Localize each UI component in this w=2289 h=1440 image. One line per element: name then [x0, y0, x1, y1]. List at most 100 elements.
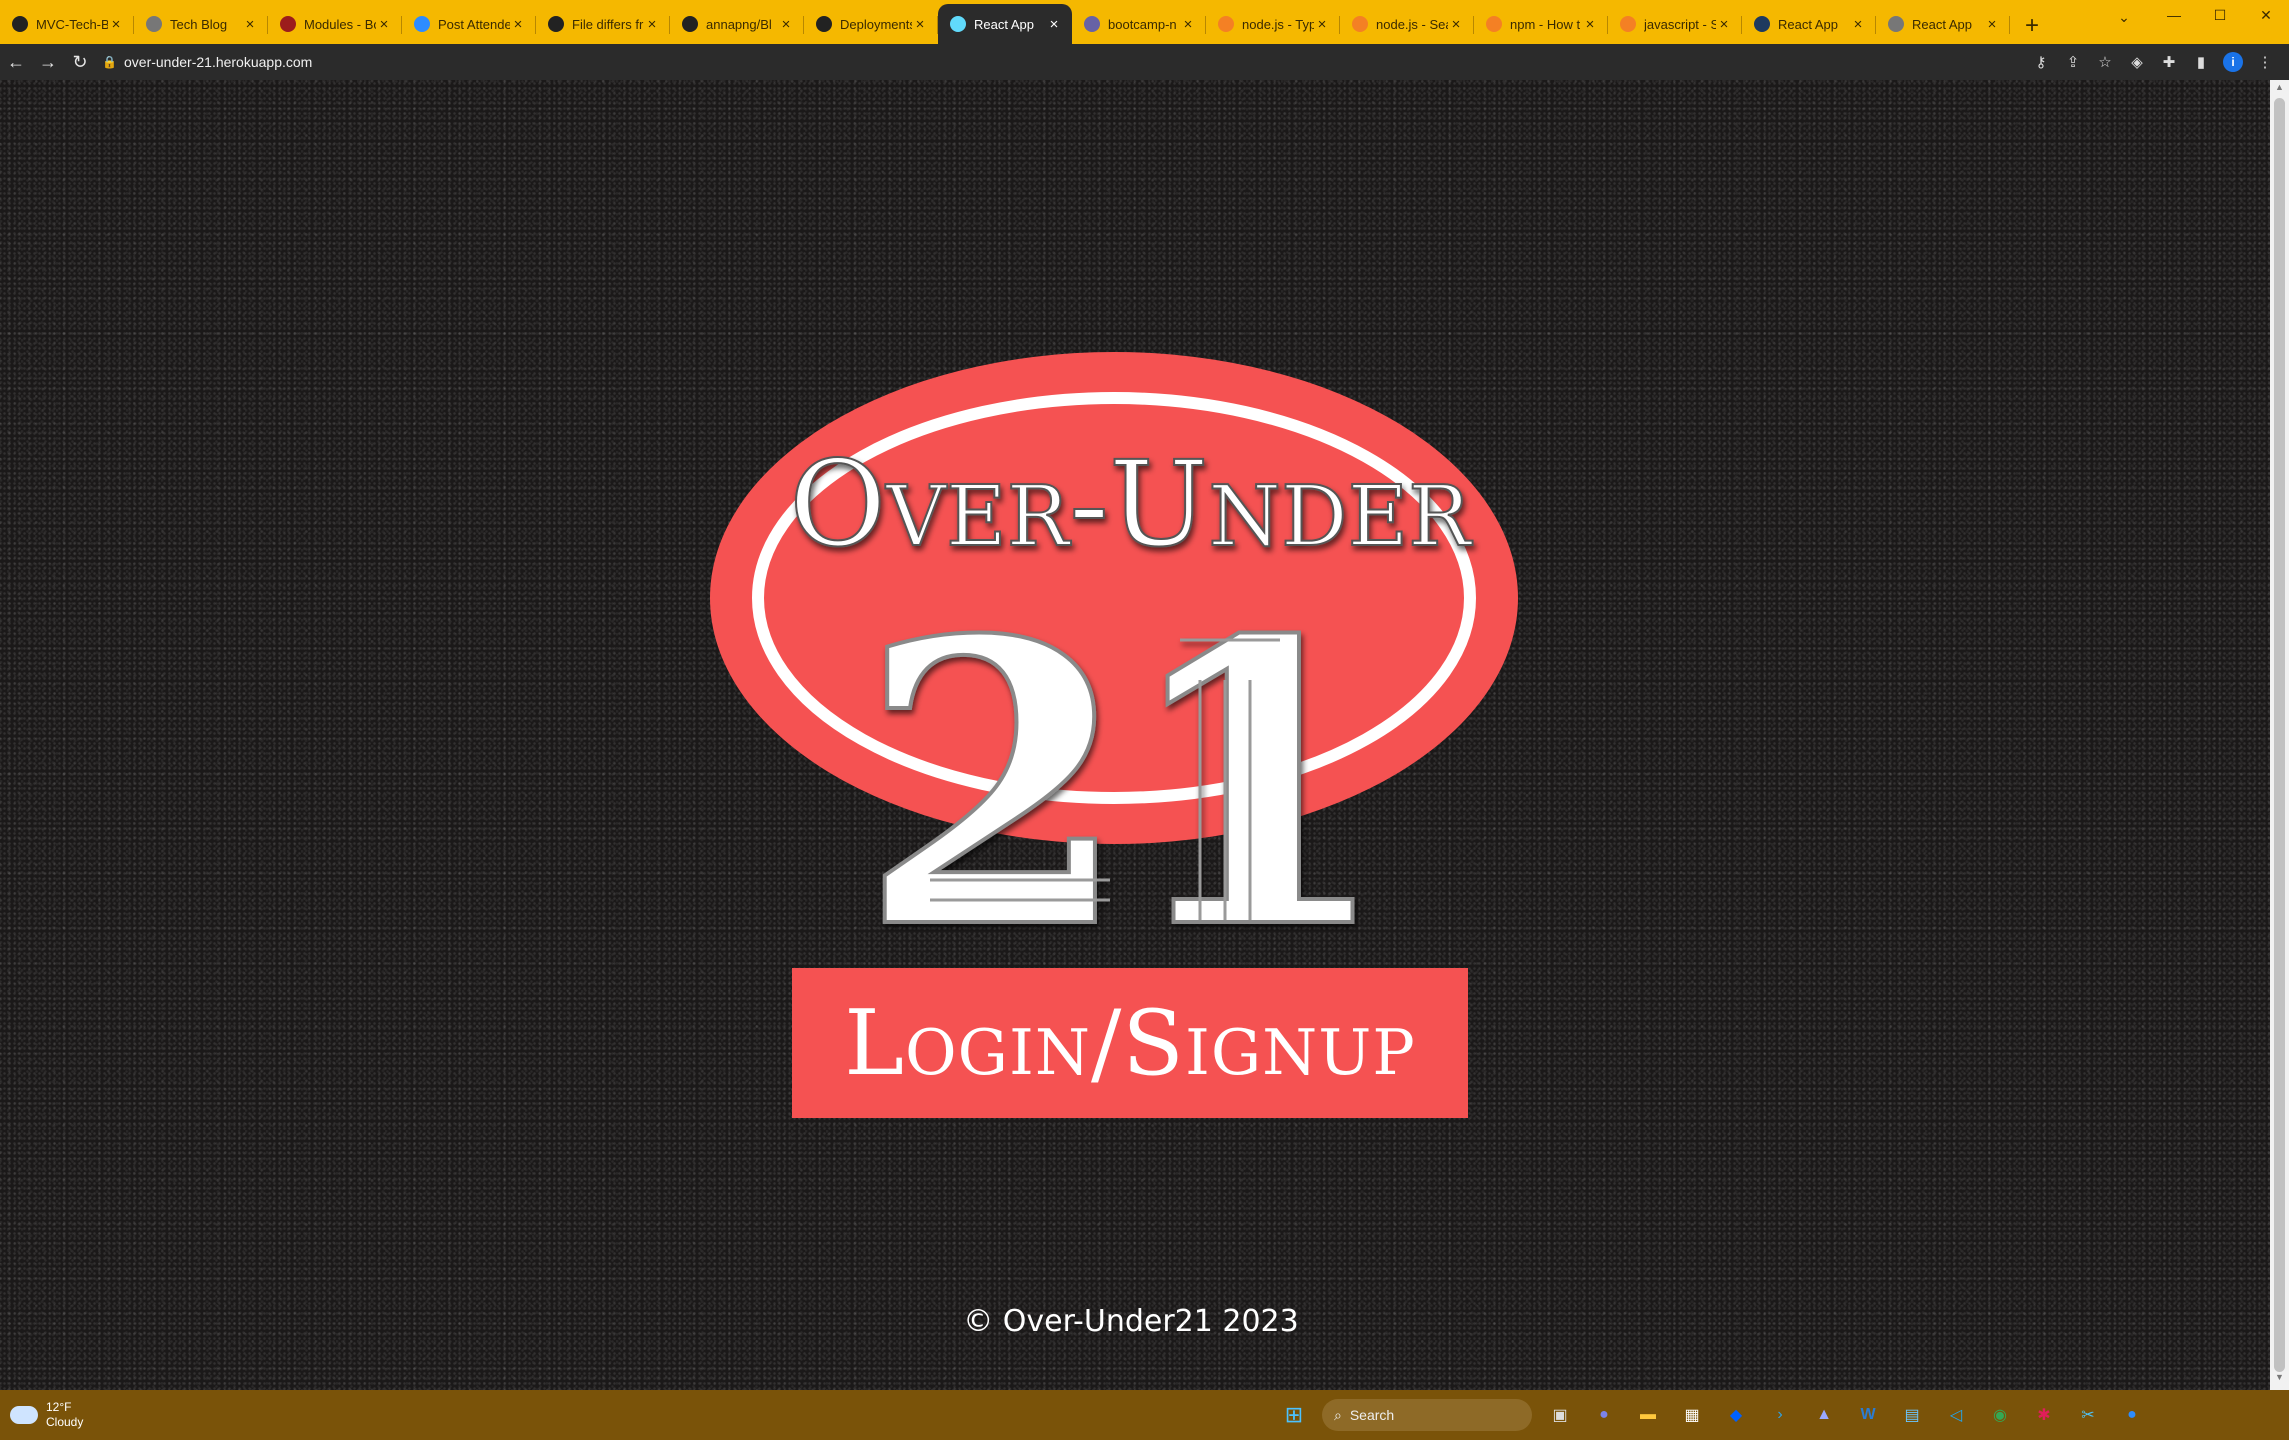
tab-strip: MVC-Tech-Bl × Tech Blog × Modules - Bo × Post …: [0, 0, 2289, 44]
tab-close-icon[interactable]: ×: [242, 16, 258, 33]
tab-close-icon[interactable]: ×: [1180, 16, 1196, 33]
tab-title: node.js - Sea: [1376, 16, 1448, 32]
tab-close-icon[interactable]: ×: [1850, 16, 1866, 33]
bookmark-star-icon[interactable]: ☆: [2089, 46, 2121, 78]
tab-title: annapng/Bl: [706, 16, 772, 32]
page-scrollbar[interactable]: ▲ ▼: [2270, 80, 2289, 1390]
browser-tab[interactable]: npm - How t ×: [1474, 4, 1608, 44]
tab-close-icon[interactable]: ×: [1448, 16, 1464, 33]
browser-tab[interactable]: annapng/Bl ×: [670, 4, 804, 44]
stackoverflow-icon: [1620, 16, 1636, 32]
tab-close-icon[interactable]: ×: [644, 16, 660, 33]
os-taskbar: 12°F Cloudy ⊞ ⌕ Search ▣ ● ▬ ▦ ◆ › ▲ W ▤…: [0, 1390, 2289, 1440]
file-explorer-icon[interactable]: ▬: [1630, 1397, 1666, 1433]
app-triangle-icon[interactable]: ▲: [1806, 1397, 1842, 1433]
browser-toolbar: ← → ↻ 🔒 over-under-21.herokuapp.com ⚷ ⇪ …: [0, 44, 2289, 80]
browser-tab[interactable]: javascript - S ×: [1608, 4, 1742, 44]
logo-title: Over-Under: [789, 435, 1473, 573]
reload-icon[interactable]: ↻: [64, 46, 96, 78]
tab-title: File differs fr: [572, 16, 644, 32]
new-tab-button[interactable]: +: [2014, 8, 2050, 44]
share-icon[interactable]: ⇪: [2057, 46, 2089, 78]
weather-widget[interactable]: 12°F Cloudy: [10, 1400, 83, 1430]
dropbox-icon[interactable]: ◆: [1718, 1397, 1754, 1433]
toolbar-actions: ⚷ ⇪ ☆ ◈ ✚ ▮ i ⋮: [2025, 46, 2281, 78]
tab-search-icon[interactable]: ⌄: [2109, 4, 2139, 30]
key-icon[interactable]: ⚷: [2025, 46, 2057, 78]
tab-close-icon[interactable]: ×: [912, 16, 928, 33]
tab-close-icon[interactable]: ×: [376, 16, 392, 33]
profile-avatar[interactable]: i: [2217, 46, 2249, 78]
logo-number: 21: [857, 554, 1394, 960]
github-icon: [548, 16, 564, 32]
browser-tab[interactable]: React App ×: [938, 4, 1072, 44]
globe-icon: [146, 16, 162, 32]
tab-close-icon[interactable]: ×: [108, 16, 124, 33]
browser-tab[interactable]: node.js - Sea ×: [1340, 4, 1474, 44]
forward-icon[interactable]: →: [32, 46, 64, 78]
snipping-tool-icon[interactable]: ✂: [2070, 1397, 2106, 1433]
windows-start-icon[interactable]: ⊞: [1276, 1397, 1312, 1433]
taskbar-apps: ⊞ ⌕ Search ▣ ● ▬ ▦ ◆ › ▲ W ▤ ◁ ◉ ✱ ✂ ●: [1272, 1390, 2154, 1440]
stackoverflow-icon: [1352, 16, 1368, 32]
chrome-icon[interactable]: ◉: [1982, 1397, 2018, 1433]
taskbar-search[interactable]: ⌕ Search: [1322, 1399, 1532, 1431]
extension-badge-icon[interactable]: ◈: [2121, 46, 2153, 78]
powershell-icon[interactable]: ›: [1762, 1397, 1798, 1433]
stackoverflow-icon: [1218, 16, 1234, 32]
github-icon: [12, 16, 28, 32]
tab-title: Deployments: [840, 16, 912, 32]
react-icon: [950, 16, 966, 32]
tab-title: Tech Blog: [170, 16, 228, 32]
tab-title: MVC-Tech-Bl: [36, 16, 108, 32]
back-icon[interactable]: ←: [0, 46, 32, 78]
zoom-icon: [414, 16, 430, 32]
browser-tab[interactable]: bootcamp-n ×: [1072, 4, 1206, 44]
word-icon[interactable]: W: [1850, 1397, 1886, 1433]
store-icon[interactable]: ▦: [1674, 1397, 1710, 1433]
search-icon: ⌕: [1334, 1406, 1342, 1423]
browser-tab[interactable]: Deployments ×: [804, 4, 938, 44]
login-signup-button[interactable]: Login/Signup: [792, 968, 1468, 1118]
extensions-puzzle-icon[interactable]: ✚: [2153, 46, 2185, 78]
vscode-icon[interactable]: ◁: [1938, 1397, 1974, 1433]
menu-kebab-icon[interactable]: ⋮: [2249, 46, 2281, 78]
close-window-icon[interactable]: ✕: [2243, 0, 2289, 30]
browser-tab[interactable]: React App ×: [1742, 4, 1876, 44]
side-panel-icon[interactable]: ▮: [2185, 46, 2217, 78]
zoom-icon[interactable]: ●: [2114, 1397, 2150, 1433]
browser-tab[interactable]: React App ×: [1876, 4, 2010, 44]
minimize-icon[interactable]: —: [2151, 0, 2197, 30]
browser-tab[interactable]: Tech Blog ×: [134, 4, 268, 44]
tab-close-icon[interactable]: ×: [510, 16, 526, 33]
tab-close-icon[interactable]: ×: [778, 16, 794, 33]
react-icon: [1754, 16, 1770, 32]
task-view-icon[interactable]: ▣: [1542, 1397, 1578, 1433]
scroll-down-icon[interactable]: ▼: [2270, 1372, 2289, 1388]
scrollbar-thumb[interactable]: [2274, 98, 2285, 1372]
notepad-icon[interactable]: ▤: [1894, 1397, 1930, 1433]
bootcamp-icon: [280, 16, 296, 32]
cloud-icon: [10, 1406, 38, 1424]
browser-tab[interactable]: Modules - Bo ×: [268, 4, 402, 44]
address-bar[interactable]: 🔒 over-under-21.herokuapp.com: [102, 47, 2025, 77]
tab-close-icon[interactable]: ×: [1582, 16, 1598, 33]
window-controls: — ☐ ✕: [2151, 0, 2289, 32]
browser-tab[interactable]: MVC-Tech-Bl ×: [0, 4, 134, 44]
tab-title: React App: [1912, 16, 1972, 32]
maximize-icon[interactable]: ☐: [2197, 0, 2243, 30]
tab-close-icon[interactable]: ×: [1314, 16, 1330, 33]
browser-tab[interactable]: File differs fr ×: [536, 4, 670, 44]
scroll-up-icon[interactable]: ▲: [2270, 82, 2289, 98]
slack-icon[interactable]: ✱: [2026, 1397, 2062, 1433]
tab-title: Modules - Bo: [304, 16, 376, 32]
weather-temp: 12°F: [46, 1400, 72, 1414]
browser-tab[interactable]: Post Attende ×: [402, 4, 536, 44]
github-icon: [816, 16, 832, 32]
tab-close-icon[interactable]: ×: [1984, 16, 2000, 33]
tab-close-icon[interactable]: ×: [1046, 16, 1062, 33]
browser-tab[interactable]: node.js - Typ ×: [1206, 4, 1340, 44]
logo-graphic: 21 Over-Under: [710, 352, 1518, 960]
teams-chat-icon[interactable]: ●: [1586, 1397, 1622, 1433]
tab-close-icon[interactable]: ×: [1716, 16, 1732, 33]
